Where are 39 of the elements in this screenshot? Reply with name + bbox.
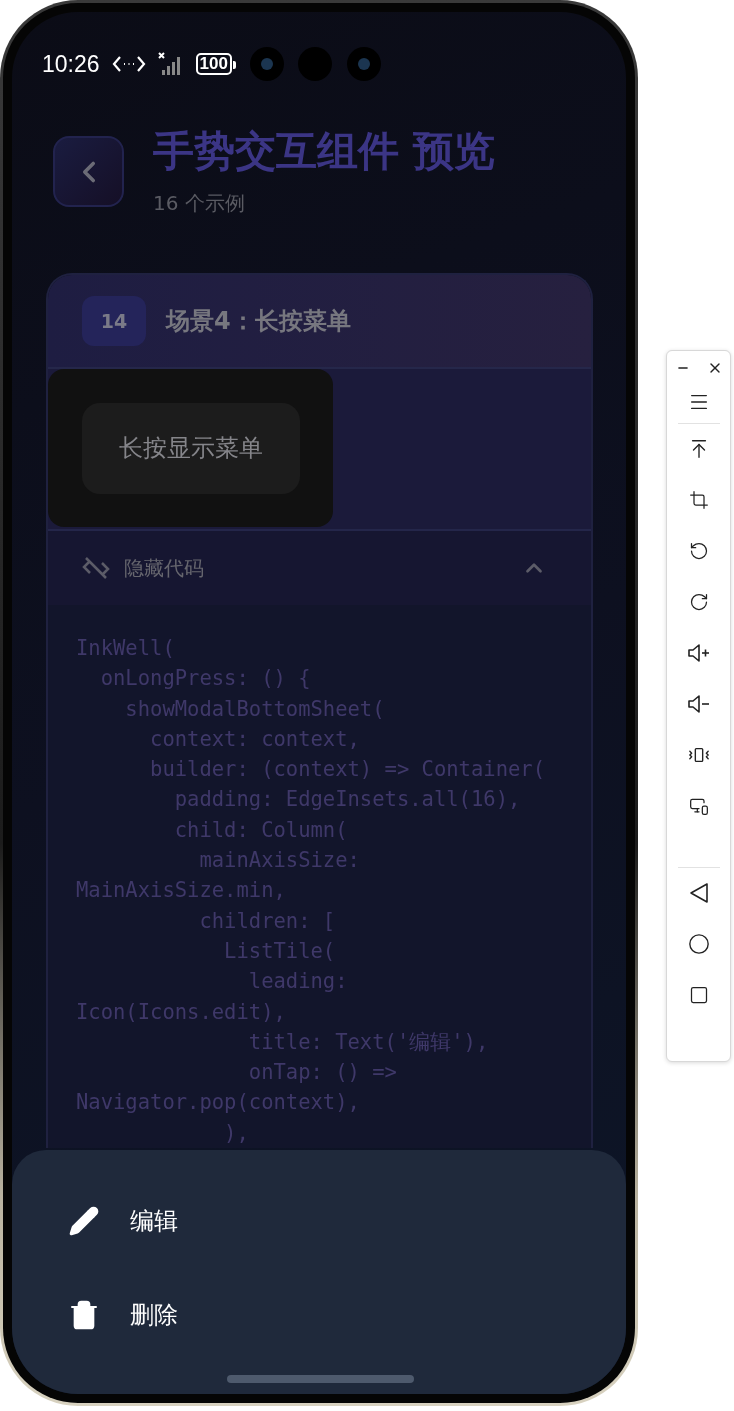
trash-icon: [68, 1299, 100, 1331]
code-line: child: Column(: [173, 816, 349, 844]
circle-home-icon: [687, 933, 710, 955]
devices-icon: [688, 796, 709, 816]
index-badge: 14: [82, 296, 146, 346]
code-line: onTap: () =>: [247, 1059, 398, 1087]
crop-icon: [688, 490, 709, 510]
data-transfer-icon: [111, 54, 146, 74]
code-slash-icon: [82, 556, 110, 580]
long-press-button[interactable]: 长按显示菜单: [82, 402, 300, 494]
square-recents-icon: [688, 985, 709, 1005]
code-line: context: context,: [149, 725, 361, 753]
code-toggle-label: 隐藏代码: [124, 554, 205, 582]
code-line: InkWell(: [76, 635, 176, 662]
code-line: children: [: [198, 907, 337, 935]
code-line: Icon(Icons.edit),: [76, 998, 287, 1026]
speaker-minus-icon: [686, 694, 711, 714]
code-line: title: Text('编辑'),: [247, 1028, 490, 1056]
triangle-back-icon: [688, 882, 709, 904]
page-subtitle: 16 个示例: [153, 190, 246, 217]
code-line: Navigator.pop(context),: [76, 1089, 361, 1117]
rotate-right-icon: [688, 592, 709, 612]
card-title: 场景4：长按菜单: [166, 306, 351, 337]
menu-item[interactable]: 编辑: [12, 1174, 626, 1268]
code-line: ),: [223, 1119, 250, 1147]
code-line: onLongPress: () {: [99, 665, 312, 693]
speaker-plus-icon: [686, 643, 711, 663]
page-title: 手势交互组件 预览: [153, 126, 496, 176]
code-line: leading:: [247, 968, 349, 996]
code-line: mainAxisSize:: [198, 847, 361, 875]
pencil-icon: [68, 1205, 100, 1237]
code-line: showModalBottomSheet(: [124, 695, 386, 723]
menu-item[interactable]: 删除: [12, 1268, 626, 1362]
code-line: MainAxisSize.min,: [76, 877, 287, 905]
code-line: builder: (context) => Container(: [149, 756, 546, 784]
rotate-left-icon: [688, 541, 709, 561]
code-line: ListTile(: [223, 937, 337, 965]
status-time: 10:26: [42, 50, 100, 78]
code-line: padding: EdgeInsets.all(16),: [173, 786, 522, 814]
